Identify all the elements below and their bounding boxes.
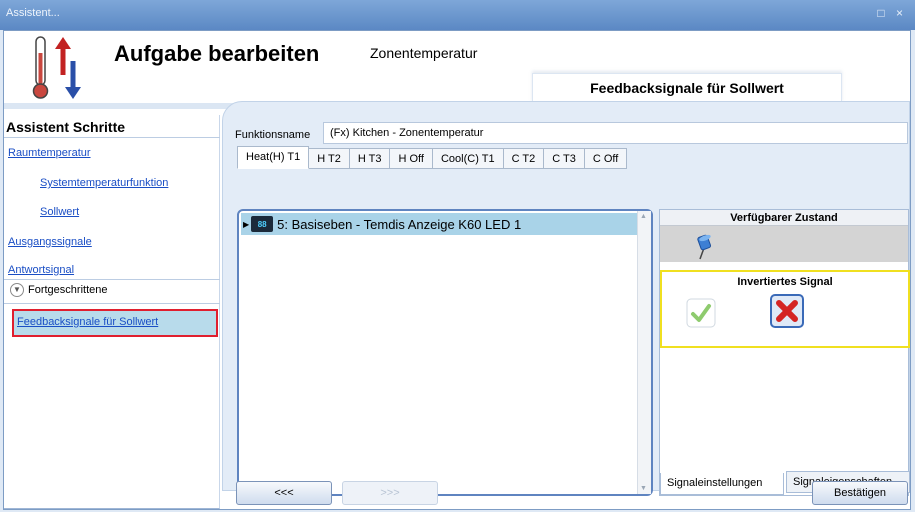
tab-c-t2[interactable]: C T2 [503,148,545,169]
sidebar-item-label[interactable]: Feedbacksignale für Sollwert [17,316,158,328]
page-subtitle: Zonentemperatur [370,45,478,61]
tab-heat-t1[interactable]: Heat(H) T1 [237,146,310,169]
wizard-steps-sidebar: Assistent Schritte Raumtemperatur System… [4,115,220,509]
tab-h-t3[interactable]: H T3 [349,148,391,169]
sidebar-divider [4,303,220,304]
window-title: Assistent... [6,7,60,19]
main-panel: Funktionsname (Fx) Kitchen - Zonentemper… [222,101,910,496]
tree-item[interactable]: ▶ 88 5: Basiseben - Temdis Anzeige K60 L… [241,213,639,235]
sidebar-item-raumtemperatur[interactable]: Raumtemperatur [8,147,91,159]
inverted-signal-section: Invertiertes Signal [660,270,910,348]
scroll-up-icon[interactable]: ▲ [640,213,647,220]
next-button[interactable]: >>> [342,481,438,505]
tree-item-label: 5: Basiseben - Temdis Anzeige K60 LED 1 [277,216,522,232]
pushpin-icon[interactable] [692,234,716,260]
sidebar-item-sollwert[interactable]: Sollwert [40,206,79,218]
wizard-footer: <<< >>> Bestätigen [222,477,910,509]
wizard-header: Aufgabe bearbeiten Zonentemperatur Feedb… [4,31,910,103]
inverted-signal-header: Invertiertes Signal [737,276,833,288]
tab-h-off[interactable]: H Off [390,148,433,169]
sidebar-item-antwortsignal[interactable]: Antwortsignal [8,264,74,276]
thermometer-icon [32,36,81,99]
tab-h-t2[interactable]: H T2 [309,148,350,169]
setpoint-tabs: Heat(H) T1 H T2 H T3 H Off Cool(C) T1 C … [237,146,628,170]
checkmark-icon[interactable] [686,298,716,328]
led-display-icon: 88 [251,216,274,232]
window-titlebar[interactable]: Assistent... □ × [0,0,915,30]
tab-c-t3[interactable]: C T3 [544,148,585,169]
function-name-label: Funktionsname [235,129,311,141]
advanced-label: Fortgeschrittene [28,284,108,296]
sidebar-divider [4,279,220,280]
list-scrollbar[interactable]: ▲ ▼ [637,211,651,494]
confirm-button[interactable]: Bestätigen [812,481,908,505]
advanced-section-toggle[interactable]: ▼ Fortgeschrittene [10,283,107,297]
signal-settings-panel: Verfügbarer Zustand Invertiertes Signal [659,209,910,496]
tab-c-off[interactable]: C Off [584,148,628,169]
sidebar-item-ausgangssignale[interactable]: Ausgangssignale [8,236,92,248]
tab-cool-t1[interactable]: Cool(C) T1 [432,148,504,169]
signal-tree-list[interactable]: ▶ 88 5: Basiseben - Temdis Anzeige K60 L… [237,209,653,496]
expand-arrow-icon[interactable]: ▶ [243,220,249,229]
available-state-section: Verfügbarer Zustand [660,210,908,262]
wizard-frame: Aufgabe bearbeiten Zonentemperatur Feedb… [3,30,911,510]
cross-icon[interactable] [770,294,804,328]
sidebar-title: Assistent Schritte [6,119,126,135]
page-title: Aufgabe bearbeiten [114,41,320,66]
sidebar-divider [4,137,220,138]
back-button[interactable]: <<< [236,481,332,505]
available-state-header: Verfügbarer Zustand [660,210,908,226]
chevron-down-icon[interactable]: ▼ [10,283,24,297]
sidebar-item-systemtemperaturfunktion[interactable]: Systemtemperaturfunktion [40,177,168,189]
sidebar-item-feedbacksignale[interactable]: Feedbacksignale für Sollwert [12,309,218,337]
window-controls[interactable]: □ × [877,6,907,20]
current-step-tab: Feedbacksignale für Sollwert [532,73,842,103]
function-name-field[interactable]: (Fx) Kitchen - Zonentemperatur [323,122,908,144]
